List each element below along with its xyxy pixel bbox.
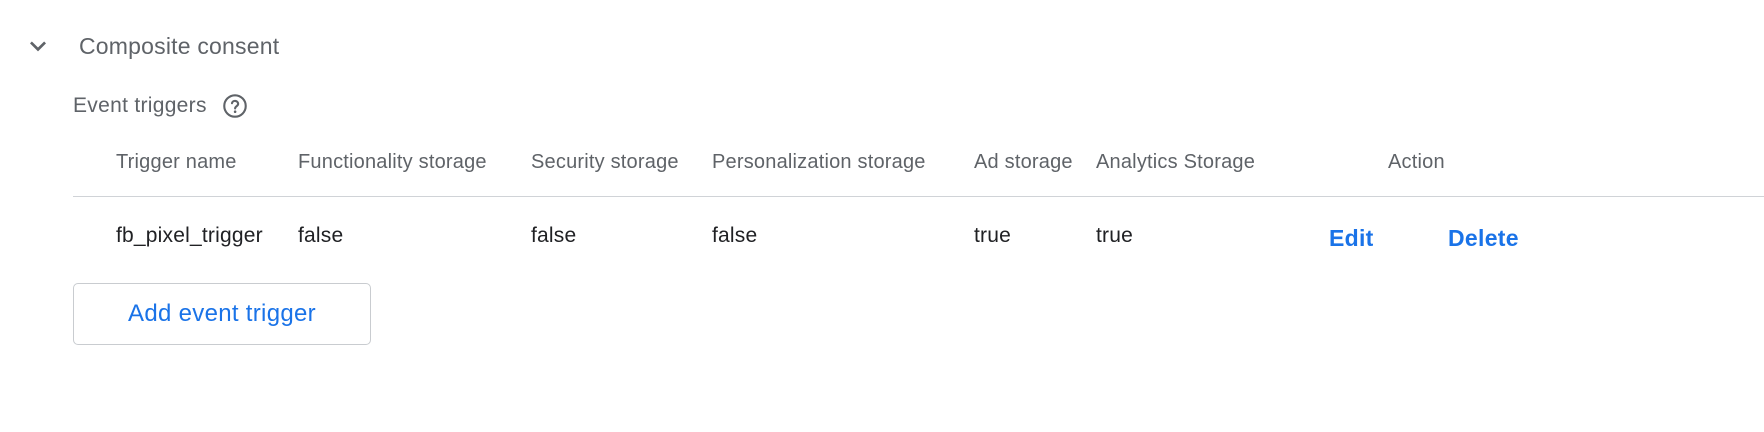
cell-personalization-storage: false xyxy=(712,224,758,247)
composite-consent-section-header[interactable]: Composite consent xyxy=(0,0,1764,92)
header-ad-storage: Ad storage xyxy=(974,151,1073,173)
table-header-row: Trigger name Functionality storage Secur… xyxy=(73,138,1764,197)
header-trigger-name: Trigger name xyxy=(116,151,237,173)
table-row: fb_pixel_trigger false false false true … xyxy=(73,197,1764,279)
cell-functionality-storage: false xyxy=(298,224,344,247)
edit-button[interactable]: Edit xyxy=(1329,223,1374,253)
cell-analytics-storage: true xyxy=(1096,224,1133,247)
add-event-trigger-button[interactable]: Add event trigger xyxy=(73,283,371,345)
event-triggers-subheader: Event triggers xyxy=(73,90,249,122)
header-security-storage: Security storage xyxy=(531,151,679,173)
cell-trigger-name: fb_pixel_trigger xyxy=(116,224,263,247)
header-action: Action xyxy=(1388,151,1445,173)
chevron-down-icon[interactable] xyxy=(22,30,54,62)
help-circle-icon[interactable] xyxy=(221,92,249,120)
cell-security-storage: false xyxy=(531,224,577,247)
event-triggers-label: Event triggers xyxy=(73,94,207,117)
section-title: Composite consent xyxy=(79,33,280,59)
cell-ad-storage: true xyxy=(974,224,1011,247)
add-event-trigger-label: Add event trigger xyxy=(128,300,316,327)
delete-button[interactable]: Delete xyxy=(1448,223,1519,253)
header-analytics-storage: Analytics Storage xyxy=(1096,151,1256,173)
header-functionality-storage: Functionality storage xyxy=(298,151,487,173)
header-personalization-storage: Personalization storage xyxy=(712,151,926,173)
event-triggers-table: Trigger name Functionality storage Secur… xyxy=(73,138,1764,279)
